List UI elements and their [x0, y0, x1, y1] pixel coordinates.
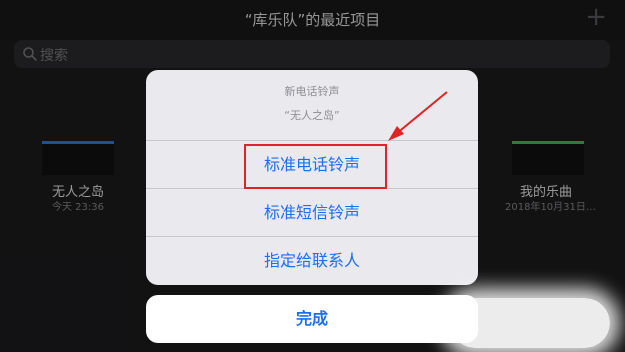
action-sheet-title: 新电话铃声: [284, 85, 340, 98]
done-button[interactable]: 完成: [146, 295, 478, 343]
highlight-box: [244, 144, 387, 189]
assign-to-contact-button[interactable]: 指定给联系人: [146, 236, 478, 284]
action-sheet-header: 新电话铃声 “无人之岛”: [146, 70, 478, 140]
action-sheet-subtitle: “无人之岛”: [284, 109, 340, 122]
standard-text-tone-button[interactable]: 标准短信铃声: [146, 188, 478, 236]
watermark-blur: [450, 298, 610, 348]
